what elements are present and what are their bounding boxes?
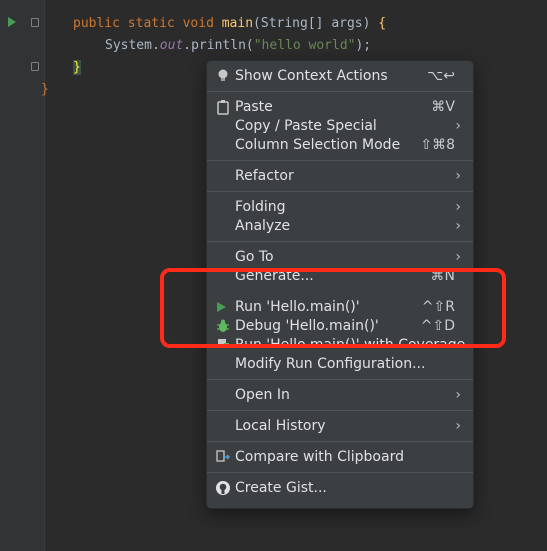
menu-label: Open In — [235, 387, 290, 403]
keyword-void: void — [182, 16, 214, 31]
menu-item-open-in[interactable]: Open In › — [207, 385, 473, 405]
code-line-3: } — [73, 58, 81, 78]
menu-item-refactor[interactable]: Refactor › — [207, 166, 473, 186]
menu-label: Compare with Clipboard — [235, 449, 404, 465]
submenu-arrow-icon: › — [455, 199, 461, 215]
submenu-arrow-icon: › — [455, 168, 461, 184]
menu-item-local-history[interactable]: Local History › — [207, 416, 473, 436]
code-editor[interactable]: public static void main(String[] args) {… — [0, 0, 386, 97]
menu-item-folding[interactable]: Folding › — [207, 197, 473, 217]
menu-separator — [207, 472, 473, 473]
menu-separator — [207, 191, 473, 192]
menu-shortcut: ⌘V — [431, 99, 455, 115]
submenu-arrow-icon: › — [455, 218, 461, 234]
menu-label: Show Context Actions — [235, 68, 388, 84]
menu-item-create-gist[interactable]: Create Gist... — [207, 478, 473, 498]
menu-label: Folding — [235, 199, 286, 215]
submenu-arrow-icon: › — [455, 387, 461, 403]
menu-item-modify-run-configuration[interactable]: Modify Run Configuration... — [207, 354, 473, 374]
menu-label: Local History — [235, 418, 326, 434]
submenu-arrow-icon: › — [455, 118, 461, 134]
keyword-public: public — [73, 16, 120, 31]
menu-item-go-to[interactable]: Go To › — [207, 247, 473, 267]
menu-shortcut: ⇧⌘8 — [420, 137, 455, 153]
fold-start-icon[interactable] — [31, 18, 39, 27]
menu-label: Go To — [235, 249, 274, 265]
println-call: .println( — [183, 38, 254, 53]
menu-item-compare-with-clipboard[interactable]: Compare with Clipboard — [207, 447, 473, 467]
menu-item-copy-paste-special[interactable]: Copy / Paste Special › — [207, 116, 473, 136]
clipboard-icon — [217, 100, 229, 115]
compare-icon — [216, 450, 231, 462]
menu-item-show-context-actions[interactable]: Show Context Actions ⌥↩ — [207, 66, 473, 86]
menu-label: Refactor — [235, 168, 294, 184]
menu-item-column-selection-mode[interactable]: Column Selection Mode ⇧⌘8 — [207, 135, 473, 155]
code-line-1: public static void main(String[] args) { — [73, 14, 386, 34]
menu-item-paste[interactable]: Paste ⌘V — [207, 97, 473, 117]
out-field: out — [159, 38, 184, 53]
menu-label: Paste — [235, 99, 273, 115]
menu-separator — [207, 410, 473, 411]
menu-item-analyze[interactable]: Analyze › — [207, 216, 473, 236]
menu-label: Create Gist... — [235, 480, 327, 496]
system-ref: System. — [105, 38, 160, 53]
method-name: main — [221, 16, 254, 31]
menu-separator — [207, 241, 473, 242]
string-literal: "hello world" — [253, 38, 356, 53]
menu-separator — [207, 441, 473, 442]
editor-gutter — [0, 0, 45, 551]
menu-separator — [207, 160, 473, 161]
lightbulb-icon — [218, 69, 228, 81]
menu-label: Modify Run Configuration... — [235, 356, 426, 372]
menu-separator — [207, 379, 473, 380]
submenu-arrow-icon: › — [455, 249, 461, 265]
submenu-arrow-icon: › — [455, 418, 461, 434]
code-line-2: System.out.println("hello world"); — [105, 36, 371, 56]
call-end: ); — [355, 38, 372, 53]
menu-shortcut: ⌥↩ — [427, 68, 455, 84]
menu-label: Analyze — [235, 218, 291, 234]
open-brace: { — [378, 16, 387, 31]
close-brace-method: } — [73, 60, 81, 75]
keyword-static: static — [127, 16, 175, 31]
close-brace-class: } — [41, 82, 49, 97]
code-line-4: } — [41, 80, 49, 100]
menu-label: Copy / Paste Special — [235, 118, 377, 134]
github-icon — [216, 481, 230, 495]
menu-label: Column Selection Mode — [235, 137, 401, 153]
fold-end-icon[interactable] — [31, 62, 39, 71]
annotation-highlight-box — [160, 268, 506, 348]
method-params: (String[] args) — [253, 16, 379, 31]
menu-separator — [207, 91, 473, 92]
